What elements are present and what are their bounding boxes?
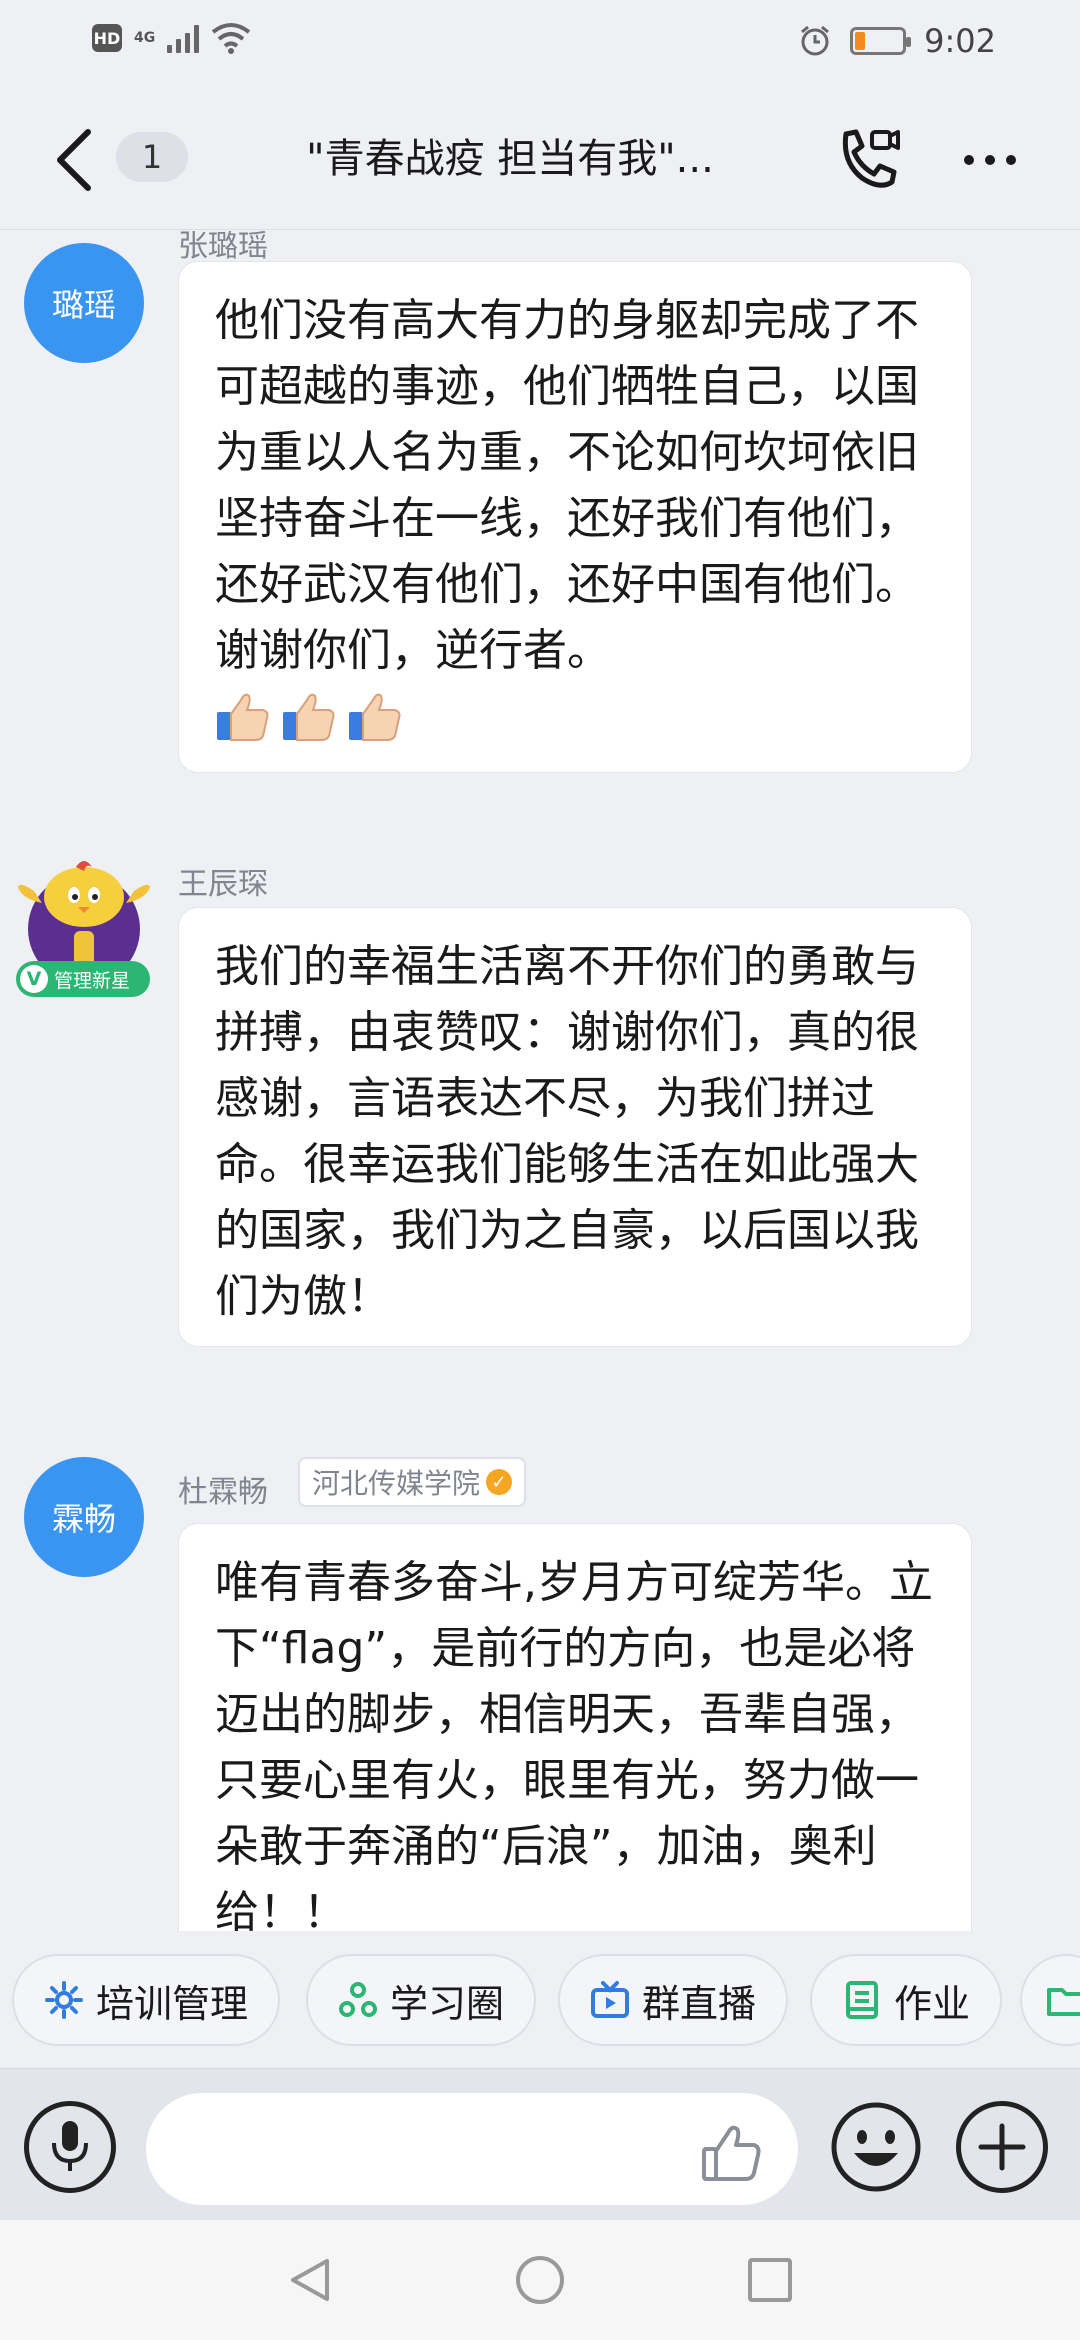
alarm-icon: [801, 25, 830, 56]
chat-message-list[interactable]: 璐瑶 张璐瑶 他们没有高大有力的身躯却完成了不可超越的事迹，他们牺牲自己，以国为…: [0, 231, 1080, 1931]
thumbs-up-outline-icon: [702, 2125, 761, 2181]
badge-v-icon: V: [20, 965, 48, 993]
folder-icon: [1047, 1988, 1080, 2016]
thumbs-up-icon: [349, 693, 401, 741]
dot: [1006, 155, 1016, 165]
system-nav-bar: [0, 2220, 1080, 2340]
call-button[interactable]: [828, 120, 908, 200]
signal-icon: [167, 23, 200, 53]
verified-icon: ✓: [486, 1469, 513, 1495]
triangle-back-icon: [291, 2259, 329, 2301]
circles-icon: [339, 1982, 377, 2017]
square-recents-icon: [748, 2258, 792, 2302]
message-text: 他们没有高大有力的身躯却完成了不可超越的事迹，他们牺牲自己，以国为重以人名为重，…: [215, 295, 919, 676]
quick-actions-bar[interactable]: 培训管理 学习圈 群直播 作业: [0, 1932, 1080, 2068]
back-button[interactable]: [44, 122, 104, 198]
organization-tag: 河北传媒学院 ✓: [298, 1457, 527, 1507]
nav-back-button[interactable]: [280, 2250, 340, 2310]
voice-button[interactable]: [24, 2101, 116, 2193]
like-button[interactable]: [700, 2121, 764, 2185]
sender-name: 王辰琛: [178, 867, 268, 902]
unread-count-badge[interactable]: 1: [116, 132, 188, 182]
message-bubble[interactable]: 我们的幸福生活离不开你们的勇敢与拼搏，由衷赞叹：谢谢你们，真的很感谢，言语表达不…: [178, 907, 972, 1347]
add-button[interactable]: [956, 2101, 1048, 2193]
chip-homework[interactable]: 作业: [810, 1954, 1003, 2046]
emoji-row: [215, 688, 935, 744]
status-right: 9:02: [798, 22, 996, 60]
status-bar: HD 4G 9:02: [0, 0, 1080, 90]
phone-video-icon: [842, 129, 900, 188]
organization-label: 河北传媒学院: [312, 1467, 481, 1500]
badge-label: 管理新星: [54, 969, 131, 992]
more-options-button[interactable]: [950, 130, 1030, 190]
nav-home-button[interactable]: [510, 2250, 570, 2310]
circle-home-icon: [516, 2256, 564, 2304]
chat-header: 1 "青春战疫 担当有我"...: [0, 90, 1080, 230]
avatar[interactable]: V 管理新星: [14, 851, 154, 1001]
dot: [985, 155, 995, 165]
tv-icon: [591, 1981, 629, 2018]
chip-training-management[interactable]: 培训管理: [12, 1954, 281, 2046]
input-bar: [0, 2068, 1080, 2220]
smiley-icon: [831, 2102, 921, 2192]
chat-title[interactable]: "青春战疫 担当有我"...: [250, 124, 770, 194]
wifi-icon: [212, 23, 251, 54]
clock: 9:02: [924, 22, 996, 60]
plus-icon: [978, 2123, 1026, 2171]
thumbs-up-icon: [283, 693, 335, 741]
chip-study-circle[interactable]: 学习圈: [306, 1954, 537, 2046]
chip-group-live[interactable]: 群直播: [558, 1954, 789, 2046]
avatar[interactable]: 璐瑶: [24, 243, 144, 363]
microphone-icon: [52, 2121, 88, 2171]
avatar[interactable]: 霖畅: [24, 1457, 144, 1577]
chevron-left-icon: [57, 129, 91, 191]
chip-label: 培训管理: [96, 1981, 249, 2026]
nav-recents-button[interactable]: [740, 2250, 800, 2310]
notebook-icon: [846, 1981, 878, 2019]
sender-name: 杜霖畅: [178, 1475, 268, 1510]
gear-icon: [45, 1981, 83, 2019]
chip-label: 群直播: [642, 1981, 757, 2026]
status-left: HD 4G: [92, 22, 251, 54]
message-text: 我们的幸福生活离不开你们的勇敢与拼搏，由衷赞叹：谢谢你们，真的很感谢，言语表达不…: [215, 941, 919, 1322]
chip-label: 作业: [894, 1981, 971, 2026]
battery-fill: [855, 32, 866, 50]
message-text: 唯有青春多奋斗,岁月方可绽芳华。立下“flag”，是前行的方向，也是必将迈出的脚…: [215, 1557, 933, 1931]
admin-badge: V 管理新星: [16, 961, 150, 997]
chip-more[interactable]: [1020, 1954, 1080, 2046]
thumbs-up-icon: [217, 693, 269, 741]
sender-name: 张璐瑶: [178, 231, 268, 264]
message-bubble[interactable]: 他们没有高大有力的身躯却完成了不可超越的事迹，他们牺牲自己，以国为重以人名为重，…: [178, 261, 972, 773]
hd-badge: HD: [92, 24, 122, 52]
dot: [964, 155, 974, 165]
chip-label: 学习圈: [390, 1981, 505, 2026]
emoji-button[interactable]: [830, 2101, 922, 2193]
message-bubble[interactable]: 唯有青春多奋斗,岁月方可绽芳华。立下“flag”，是前行的方向，也是必将迈出的脚…: [178, 1523, 972, 1931]
network-type: 4G: [134, 30, 156, 46]
battery-icon: [850, 27, 912, 55]
